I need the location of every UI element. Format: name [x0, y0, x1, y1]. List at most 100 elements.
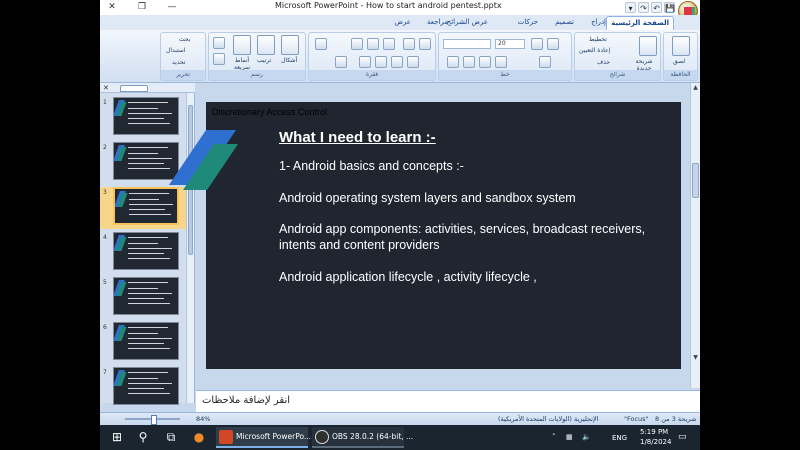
- find-button[interactable]: بحث: [179, 36, 190, 43]
- slide-thumbnail-row[interactable]: 1: [100, 97, 186, 139]
- zoom-slider[interactable]: [125, 415, 180, 425]
- editor-scrollbar[interactable]: ▲ ▼: [690, 83, 700, 388]
- slide-paragraph-4[interactable]: Android application lifecycle , activity…: [279, 269, 674, 285]
- font-size-combo[interactable]: 20: [495, 39, 525, 49]
- customize-qat-icon[interactable]: ▾: [625, 2, 636, 13]
- task-view-icon[interactable]: ⧉: [160, 425, 182, 450]
- slide-thumbnail-row[interactable]: 4: [100, 232, 186, 274]
- increase-indent-icon[interactable]: [383, 38, 395, 50]
- paste-icon[interactable]: [672, 36, 690, 56]
- columns-icon[interactable]: [335, 56, 347, 68]
- clock-date[interactable]: 1/8/2024: [640, 438, 671, 446]
- text-direction-icon[interactable]: [315, 38, 327, 50]
- notes-pane[interactable]: انقر لإضافة ملاحظات: [196, 390, 700, 412]
- strikethrough-icon[interactable]: [495, 56, 507, 68]
- close-button[interactable]: ✕: [103, 0, 121, 15]
- shrink-font-icon[interactable]: [547, 38, 559, 50]
- layout-button[interactable]: تخطيط: [589, 36, 607, 43]
- line-spacing-icon[interactable]: [351, 38, 363, 50]
- replace-button[interactable]: استبدال: [166, 47, 186, 54]
- new-slide-icon[interactable]: [639, 36, 657, 56]
- tab-animations[interactable]: حركات: [514, 16, 542, 30]
- scroll-down-icon[interactable]: ▼: [691, 353, 700, 362]
- slide-title[interactable]: What I need to learn :-: [279, 129, 436, 146]
- language-status[interactable]: الإنجليزية (الولايات المتحدة الأمريكية): [498, 415, 599, 423]
- tab-home[interactable]: الصفحة الرئيسية: [606, 16, 674, 30]
- clock-time[interactable]: 5:19 PM: [640, 428, 668, 436]
- thumb-text-line: [128, 327, 168, 328]
- close-panel-icon[interactable]: ✕: [103, 83, 109, 93]
- minimize-button[interactable]: —: [163, 0, 181, 15]
- thumb-text-line: [128, 243, 158, 244]
- select-button[interactable]: تحديد: [172, 59, 186, 66]
- slide-thumbnail[interactable]: [113, 277, 179, 315]
- panel-scrollbar[interactable]: [186, 93, 194, 403]
- taskbar-obs[interactable]: OBS 28.0.2 (64-bit, ...: [312, 427, 413, 448]
- tray-chevron-icon[interactable]: ˄: [552, 433, 556, 441]
- bullets-icon[interactable]: [419, 38, 431, 50]
- thumb-text-line: [128, 258, 170, 259]
- network-icon[interactable]: ▦: [566, 433, 573, 441]
- bold-icon[interactable]: [447, 56, 459, 68]
- numbering-icon[interactable]: [403, 38, 415, 50]
- font-name-combo[interactable]: [443, 39, 491, 49]
- slide-label: Discretionary Access Control: [212, 107, 328, 117]
- slide-paragraph-1[interactable]: 1- Android basics and concepts :-: [279, 158, 674, 174]
- search-icon[interactable]: ⚲: [132, 425, 154, 450]
- theme-name: "Focus": [624, 415, 649, 423]
- redo-icon[interactable]: ↷: [638, 2, 649, 13]
- align-right-icon[interactable]: [391, 56, 403, 68]
- slide-paragraph-2[interactable]: Android operating system layers and sand…: [279, 190, 674, 206]
- current-slide[interactable]: Discretionary Access Control What I need…: [168, 102, 681, 369]
- scroll-up-icon[interactable]: ▲: [691, 83, 700, 92]
- italic-icon[interactable]: [463, 56, 475, 68]
- align-center-icon[interactable]: [375, 56, 387, 68]
- slide-thumbnail[interactable]: [113, 322, 179, 360]
- firefox-icon[interactable]: ●: [188, 425, 210, 450]
- slide-thumbnail-row[interactable]: 6: [100, 322, 186, 364]
- slide-thumbnail[interactable]: [113, 142, 179, 180]
- shape-fill-icon[interactable]: [213, 37, 225, 49]
- tab-view[interactable]: عرض: [390, 16, 415, 30]
- save-icon[interactable]: 💾: [664, 2, 675, 13]
- windows-start-icon[interactable]: ⊞: [106, 425, 128, 450]
- tab-design[interactable]: تصميم: [551, 16, 578, 30]
- slide-thumbnail-row[interactable]: 5: [100, 277, 186, 319]
- undo-icon[interactable]: ↶: [651, 2, 662, 13]
- tab-review[interactable]: مراجعة: [423, 16, 452, 30]
- shape-outline-icon[interactable]: [213, 53, 225, 65]
- restore-button[interactable]: ❐: [133, 0, 151, 15]
- slide-thumbnail[interactable]: [113, 232, 179, 270]
- ribbon: لصق الحافظة شريحة جديدة تخطيط إعادة التع…: [100, 30, 700, 83]
- align-left-icon[interactable]: [359, 56, 371, 68]
- font-color-icon[interactable]: [539, 56, 551, 68]
- grow-font-icon[interactable]: [531, 38, 543, 50]
- underline-icon[interactable]: [479, 56, 491, 68]
- shapes-icon[interactable]: [281, 35, 299, 55]
- taskbar-powerpoint[interactable]: Microsoft PowerPo...: [216, 427, 311, 448]
- notifications-icon[interactable]: ▭: [678, 432, 687, 442]
- arrange-label[interactable]: ترتيب: [257, 57, 271, 64]
- slide-thumbnail-row[interactable]: 7: [100, 367, 186, 409]
- window-title: Microsoft PowerPoint - How to start andr…: [275, 1, 502, 10]
- quick-styles-icon[interactable]: [233, 35, 251, 55]
- arrange-icon[interactable]: [257, 35, 275, 55]
- slide-thumbnail[interactable]: [113, 187, 179, 225]
- shapes-label[interactable]: أشكال: [281, 57, 297, 64]
- zoom-level[interactable]: 84%: [196, 415, 210, 423]
- slide-thumbnail[interactable]: [113, 97, 179, 135]
- paste-label[interactable]: لصق: [673, 58, 685, 65]
- quick-styles-label[interactable]: أنماط سريعة: [229, 57, 255, 71]
- slide-thumbnail[interactable]: [113, 367, 179, 405]
- reset-button[interactable]: إعادة التعيين: [579, 47, 610, 54]
- decrease-indent-icon[interactable]: [367, 38, 379, 50]
- justify-icon[interactable]: [407, 56, 419, 68]
- editor-scroll-thumb[interactable]: [692, 163, 699, 198]
- delete-button[interactable]: حذف: [597, 59, 610, 66]
- volume-icon[interactable]: 🔈: [582, 433, 591, 441]
- input-language[interactable]: ENG: [612, 434, 627, 442]
- slide-thumbnail-row[interactable]: 3: [100, 187, 186, 229]
- slides-tab[interactable]: [120, 85, 148, 92]
- slide-paragraph-3[interactable]: Android app components: activities, serv…: [279, 221, 674, 253]
- tab-insert[interactable]: إدراج: [587, 16, 610, 30]
